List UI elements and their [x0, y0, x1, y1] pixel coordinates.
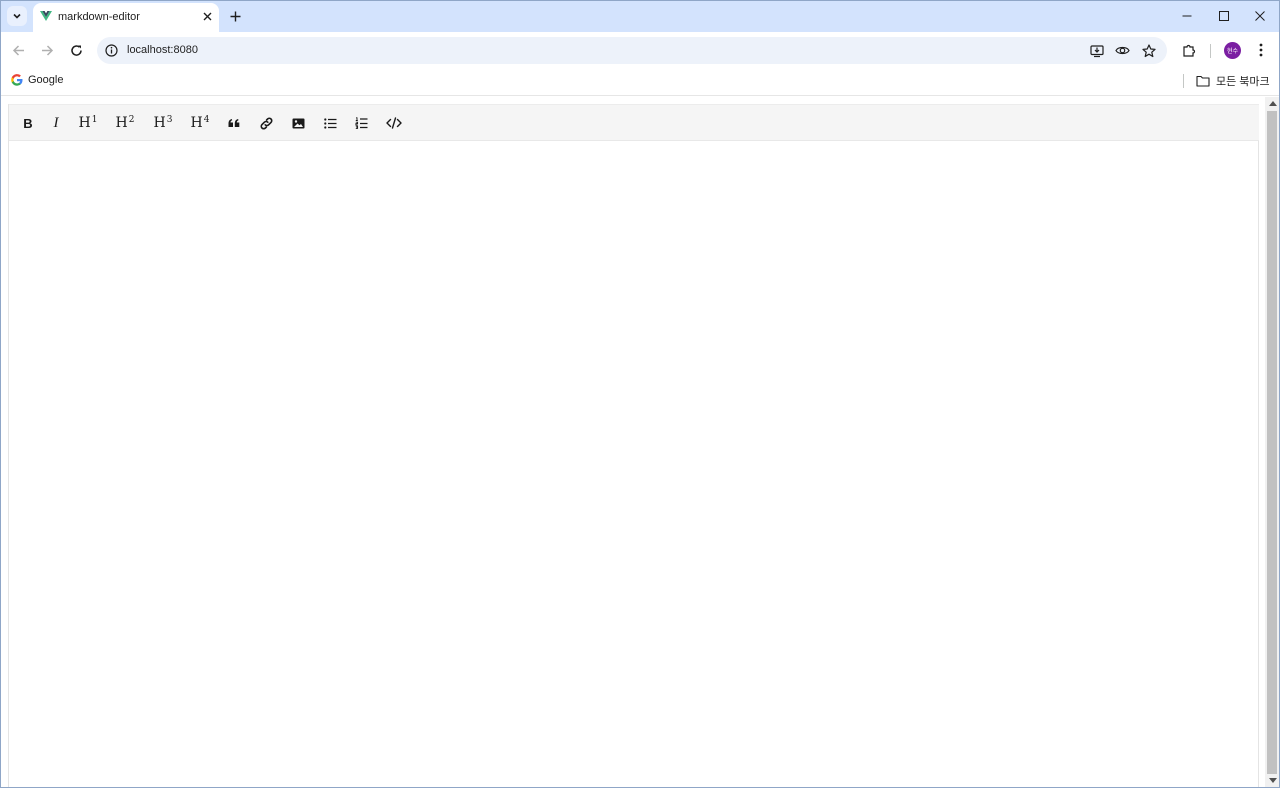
chevron-down-icon	[13, 13, 21, 19]
install-app-button[interactable]	[1089, 43, 1104, 58]
link-button[interactable]	[257, 111, 275, 135]
heading-1-level: 1	[91, 115, 98, 125]
close-icon	[1255, 11, 1265, 21]
active-tab[interactable]: markdown-editor	[33, 3, 219, 32]
more-vert-icon	[1259, 43, 1263, 57]
blockquote-button[interactable]	[226, 111, 242, 135]
bullet-list-button[interactable]	[322, 111, 338, 135]
italic-label: I	[53, 114, 59, 131]
vue-logo-icon	[40, 11, 52, 21]
scrollbar-thumb[interactable]	[1267, 111, 1277, 774]
page-content: B I H1 H2 H3 H4	[0, 97, 1265, 788]
heading-4-label: H	[190, 115, 203, 131]
image-icon	[292, 118, 304, 128]
bullet-list-icon	[323, 117, 336, 129]
quote-icon	[228, 119, 240, 127]
install-app-icon	[1089, 44, 1104, 57]
extensions-button[interactable]	[1180, 41, 1198, 59]
arrow-right-icon	[41, 44, 53, 56]
reading-mode-button[interactable]	[1115, 43, 1130, 58]
editor-toolbar: B I H1 H2 H3 H4	[9, 104, 1259, 141]
page-scrollbar[interactable]	[1265, 97, 1280, 788]
markdown-editor: B I H1 H2 H3 H4	[8, 104, 1259, 788]
heading-3-button[interactable]: H3	[152, 111, 174, 135]
tab-title: markdown-editor	[58, 11, 140, 23]
forward-button[interactable]	[38, 41, 56, 59]
all-bookmarks-button[interactable]: 모든 북마크	[1196, 73, 1270, 89]
bookmark-google-label: Google	[28, 74, 64, 86]
google-logo-icon	[11, 74, 23, 86]
all-bookmarks-label: 모든 북마크	[1216, 76, 1270, 88]
bookmark-star-button[interactable]	[1141, 43, 1156, 58]
new-tab-button[interactable]	[227, 8, 243, 24]
info-icon[interactable]	[105, 44, 118, 57]
heading-2-level: 2	[128, 115, 135, 125]
bookmarks-separator	[1183, 74, 1184, 88]
italic-button[interactable]: I	[48, 111, 64, 135]
browser-toolbar: localhost:8080 현수	[0, 32, 1280, 68]
url-text: localhost:8080	[127, 44, 198, 56]
window-close-button[interactable]	[1252, 8, 1268, 24]
scroll-up-arrow-icon[interactable]	[1269, 101, 1277, 106]
bold-button[interactable]: B	[20, 111, 36, 135]
menu-button[interactable]	[1252, 41, 1270, 59]
arrow-left-icon	[12, 44, 24, 56]
editor-text-area[interactable]	[9, 141, 1259, 788]
link-icon	[260, 117, 272, 129]
code-button[interactable]	[385, 111, 403, 135]
numbered-list-icon	[354, 117, 367, 129]
image-button[interactable]	[290, 111, 306, 135]
numbered-list-button[interactable]	[353, 111, 369, 135]
toolbar-separator	[1210, 44, 1211, 58]
heading-4-level: 4	[203, 115, 210, 125]
puzzle-icon	[1182, 44, 1195, 57]
bookmarks-bar: Google 모든 북마크	[0, 68, 1280, 96]
star-icon	[1141, 43, 1156, 57]
minimize-button[interactable]	[1179, 8, 1195, 24]
eye-icon	[1115, 46, 1130, 55]
close-icon	[203, 12, 211, 20]
heading-2-button[interactable]: H2	[114, 111, 136, 135]
maximize-button[interactable]	[1216, 8, 1232, 24]
folder-icon	[1196, 75, 1210, 87]
heading-2-label: H	[115, 115, 128, 131]
tab-search-button[interactable]	[7, 6, 27, 26]
code-icon	[386, 117, 402, 129]
reload-button[interactable]	[67, 41, 85, 59]
tab-strip: markdown-editor	[0, 0, 1280, 32]
bookmark-google[interactable]: Google	[11, 74, 63, 86]
heading-3-label: H	[153, 115, 166, 131]
back-button[interactable]	[9, 41, 27, 59]
plus-icon	[230, 11, 240, 21]
maximize-icon	[1219, 11, 1229, 21]
heading-1-button[interactable]: H1	[77, 111, 99, 135]
reload-icon	[70, 44, 82, 56]
tab-close-button[interactable]	[200, 9, 214, 23]
heading-1-label: H	[78, 115, 91, 131]
minimize-icon	[1182, 15, 1192, 17]
heading-4-button[interactable]: H4	[189, 111, 211, 135]
heading-3-level: 3	[166, 115, 173, 125]
scroll-down-arrow-icon[interactable]	[1269, 778, 1277, 783]
bold-label: B	[23, 115, 33, 131]
profile-avatar[interactable]: 현수	[1224, 42, 1241, 59]
address-bar[interactable]: localhost:8080	[97, 37, 1167, 64]
